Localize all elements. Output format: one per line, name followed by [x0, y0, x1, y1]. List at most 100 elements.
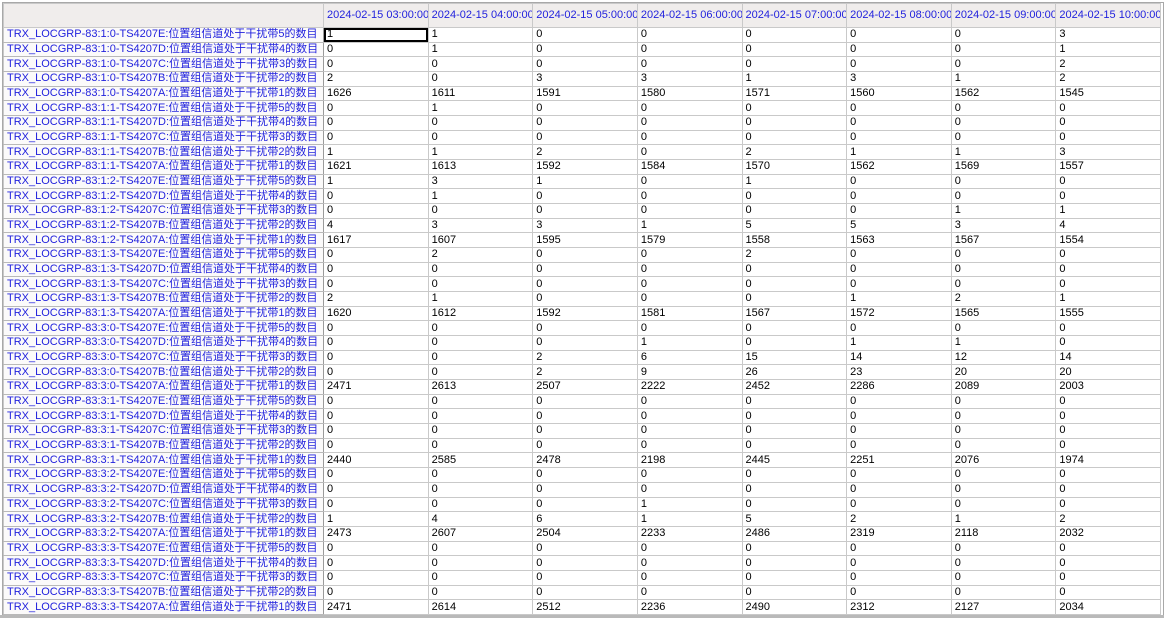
row-label[interactable]: TRX_LOCGRP-83:1:0-TS4207E:位置组信道处于干扰带5的数目… — [3, 27, 324, 43]
row-label[interactable]: TRX_LOCGRP-83:1:3-TS4207A:位置组信道处于干扰带1的数目… — [3, 305, 324, 322]
data-cell[interactable]: 0 — [323, 320, 429, 337]
data-cell[interactable]: 0 — [741, 481, 848, 498]
data-cell[interactable]: 1 — [846, 291, 952, 307]
data-cell[interactable]: 0 — [950, 100, 1057, 117]
data-cell[interactable]: 0 — [427, 335, 534, 351]
data-cell[interactable]: 0 — [846, 115, 952, 131]
data-cell[interactable]: 0 — [846, 320, 952, 337]
data-cell[interactable]: 0 — [741, 56, 848, 73]
data-cell[interactable]: 0 — [323, 188, 429, 205]
row-label[interactable]: TRX_LOCGRP-83:3:2-TS4207A:位置组信道处于干扰带1的数目… — [3, 525, 324, 542]
data-cell[interactable]: 0 — [1055, 437, 1161, 454]
column-header[interactable]: 2024-02-15 10:00:00 — [1055, 3, 1161, 28]
row-label[interactable]: TRX_LOCGRP-83:1:0-TS4207D:位置组信道处于干扰带4的数目… — [3, 41, 324, 58]
data-cell[interactable]: 0 — [427, 555, 534, 571]
data-cell[interactable]: 2 — [532, 349, 638, 366]
data-cell[interactable]: 0 — [427, 467, 534, 483]
data-cell[interactable]: 0 — [427, 115, 534, 131]
row-label[interactable]: TRX_LOCGRP-83:3:1-TS4207A:位置组信道处于干扰带1的数目… — [3, 452, 324, 469]
row-label[interactable]: TRX_LOCGRP-83:3:0-TS4207E:位置组信道处于干扰带5的数目… — [3, 320, 324, 337]
data-cell[interactable]: 0 — [532, 496, 638, 513]
data-cell[interactable]: 20 — [1055, 364, 1161, 381]
row-label[interactable]: TRX_LOCGRP-83:1:1-TS4207B:位置组信道处于干扰带2的数目… — [3, 144, 324, 161]
row-label[interactable]: TRX_LOCGRP-83:1:2-TS4207B:位置组信道处于干扰带2的数目… — [3, 217, 324, 234]
row-label[interactable]: TRX_LOCGRP-83:3:2-TS4207D:位置组信道处于干扰带4的数目… — [3, 481, 324, 498]
data-cell[interactable]: 2 — [532, 364, 638, 381]
data-cell[interactable]: 0 — [532, 115, 638, 131]
data-cell[interactable]: 3 — [950, 217, 1057, 234]
data-cell[interactable]: 0 — [532, 247, 638, 263]
data-cell[interactable]: 0 — [1055, 276, 1161, 293]
data-cell[interactable]: 2089 — [950, 379, 1057, 395]
data-cell[interactable]: 14 — [1055, 349, 1161, 366]
data-cell[interactable]: 1 — [636, 335, 743, 351]
data-cell[interactable]: 5 — [741, 217, 848, 234]
row-label[interactable]: TRX_LOCGRP-83:1:1-TS4207D:位置组信道处于干扰带4的数目… — [3, 115, 324, 131]
data-cell[interactable]: 0 — [636, 276, 743, 293]
data-cell[interactable]: 0 — [532, 335, 638, 351]
row-label[interactable]: TRX_LOCGRP-83:3:0-TS4207C:位置组信道处于干扰带3的数目… — [3, 349, 324, 366]
data-cell[interactable]: 0 — [427, 261, 534, 278]
data-cell[interactable]: 1 — [846, 335, 952, 351]
data-cell[interactable]: 0 — [532, 555, 638, 571]
data-cell[interactable]: 0 — [532, 584, 638, 601]
data-cell[interactable]: 2222 — [636, 379, 743, 395]
data-cell[interactable]: 3 — [532, 217, 638, 234]
data-cell[interactable]: 1 — [636, 217, 743, 234]
data-cell[interactable]: 1 — [636, 496, 743, 513]
row-label[interactable]: TRX_LOCGRP-83:1:3-TS4207B:位置组信道处于干扰带2的数目… — [3, 291, 324, 307]
data-cell[interactable]: 4 — [427, 511, 534, 527]
data-cell[interactable]: 3 — [427, 173, 534, 190]
data-cell[interactable]: 0 — [427, 393, 534, 410]
data-cell[interactable]: 0 — [636, 291, 743, 307]
data-cell[interactable]: 0 — [950, 393, 1057, 410]
data-cell[interactable]: 0 — [636, 247, 743, 263]
data-cell[interactable]: 0 — [636, 408, 743, 425]
data-cell[interactable]: 0 — [323, 540, 429, 557]
column-header[interactable]: 2024-02-15 04:00:00 — [427, 3, 534, 28]
data-cell[interactable]: 2490 — [741, 599, 848, 615]
data-cell[interactable]: 1 — [950, 144, 1057, 161]
data-cell[interactable]: 0 — [636, 584, 743, 601]
data-cell[interactable]: 0 — [1055, 100, 1161, 117]
data-cell[interactable]: 0 — [323, 437, 429, 454]
data-cell[interactable]: 0 — [323, 555, 429, 571]
data-cell[interactable]: 0 — [741, 437, 848, 454]
data-cell[interactable]: 0 — [636, 555, 743, 571]
data-cell[interactable]: 0 — [636, 41, 743, 58]
data-cell[interactable]: 3 — [532, 71, 638, 87]
data-cell[interactable]: 0 — [950, 584, 1057, 601]
data-cell[interactable]: 0 — [636, 173, 743, 190]
data-cell[interactable]: 0 — [427, 56, 534, 73]
data-cell[interactable]: 0 — [1055, 555, 1161, 571]
data-cell[interactable]: 1611 — [427, 85, 534, 102]
data-cell[interactable]: 0 — [532, 569, 638, 586]
data-cell[interactable]: 0 — [846, 27, 952, 43]
data-cell[interactable]: 1 — [427, 41, 534, 58]
data-cell[interactable]: 0 — [532, 540, 638, 557]
data-cell[interactable]: 5 — [741, 511, 848, 527]
data-cell[interactable]: 0 — [741, 540, 848, 557]
selected-cell[interactable]: 1 — [323, 27, 429, 43]
data-cell[interactable]: 0 — [846, 496, 952, 513]
data-cell[interactable]: 0 — [323, 584, 429, 601]
data-cell[interactable]: 1 — [741, 71, 848, 87]
data-cell[interactable]: 0 — [846, 423, 952, 439]
data-cell[interactable]: 0 — [1055, 408, 1161, 425]
data-cell[interactable]: 6 — [532, 511, 638, 527]
data-cell[interactable]: 1581 — [636, 305, 743, 322]
data-cell[interactable]: 2585 — [427, 452, 534, 469]
data-cell[interactable]: 1580 — [636, 85, 743, 102]
data-cell[interactable]: 0 — [636, 188, 743, 205]
data-cell[interactable]: 0 — [636, 423, 743, 439]
data-cell[interactable]: 0 — [532, 276, 638, 293]
data-cell[interactable]: 0 — [741, 188, 848, 205]
row-label[interactable]: TRX_LOCGRP-83:1:0-TS4207B:位置组信道处于干扰带2的数目… — [3, 71, 324, 87]
data-cell[interactable]: 0 — [1055, 481, 1161, 498]
data-cell[interactable]: 0 — [950, 188, 1057, 205]
data-cell[interactable]: 2 — [1055, 71, 1161, 87]
data-cell[interactable]: 1562 — [846, 159, 952, 175]
row-label[interactable]: TRX_LOCGRP-83:1:2-TS4207C:位置组信道处于干扰带3的数目… — [3, 203, 324, 219]
data-cell[interactable]: 0 — [846, 569, 952, 586]
data-cell[interactable]: 0 — [1055, 584, 1161, 601]
